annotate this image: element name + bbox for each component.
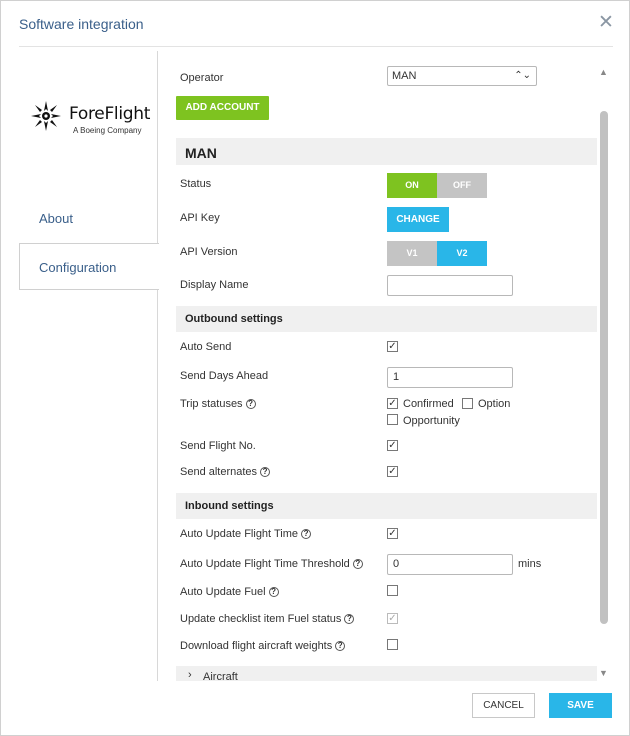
send-flight-no-label: Send Flight No. bbox=[180, 440, 256, 452]
software-integration-dialog: Software integration ✕ ForeFlight A Boei… bbox=[0, 0, 630, 736]
threshold-unit: mins bbox=[518, 558, 542, 570]
aircraft-section-toggle[interactable]: › Aircraft bbox=[176, 666, 597, 681]
threshold-label: Auto Update Flight Time Threshold? bbox=[180, 558, 363, 570]
auto-update-flight-time-checkbox[interactable]: ✓ bbox=[387, 528, 398, 539]
display-name-label: Display Name bbox=[180, 279, 249, 291]
help-icon[interactable]: ? bbox=[335, 641, 346, 651]
status-on-button[interactable]: ON bbox=[387, 173, 437, 198]
api-key-label: API Key bbox=[180, 212, 220, 224]
download-weights-checkbox[interactable] bbox=[387, 639, 398, 650]
scroll-up-arrow-icon[interactable]: ▲ bbox=[599, 67, 608, 77]
api-v2-button[interactable]: V2 bbox=[437, 241, 487, 266]
foreflight-logo: ForeFlight A Boeing Company bbox=[29, 99, 157, 139]
operator-label: Operator bbox=[180, 72, 224, 84]
save-button[interactable]: SAVE bbox=[549, 693, 612, 718]
download-weights-label: Download flight aircraft weights? bbox=[180, 640, 346, 652]
checklist-fuel-checkbox: ✓ bbox=[387, 613, 398, 624]
auto-update-flight-time-text: Auto Update Flight Time bbox=[180, 528, 299, 540]
outbound-section-title: Outbound settings bbox=[185, 313, 283, 325]
aircraft-section-title: Aircraft bbox=[203, 671, 238, 681]
help-icon[interactable]: ? bbox=[260, 467, 271, 477]
chevron-right-icon: › bbox=[188, 669, 192, 681]
dialog-title: Software integration bbox=[19, 16, 144, 32]
inbound-section-title: Inbound settings bbox=[185, 500, 274, 512]
trip-status-opportunity-checkbox[interactable] bbox=[387, 414, 398, 425]
send-days-ahead-label: Send Days Ahead bbox=[180, 370, 269, 382]
send-days-ahead-input[interactable]: 1 bbox=[387, 367, 513, 388]
auto-update-flight-time-label: Auto Update Flight Time? bbox=[180, 528, 312, 540]
auto-update-fuel-checkbox[interactable] bbox=[387, 585, 398, 596]
checklist-fuel-label: Update checklist item Fuel status? bbox=[180, 613, 355, 625]
help-icon[interactable]: ? bbox=[268, 587, 279, 597]
api-version-label: API Version bbox=[180, 246, 238, 258]
chevron-updown-icon: ⌃⌄ bbox=[514, 70, 531, 81]
help-icon[interactable]: ? bbox=[344, 614, 355, 624]
threshold-input[interactable]: 0 bbox=[387, 554, 513, 575]
help-icon[interactable]: ? bbox=[352, 559, 363, 569]
api-version-toggle: V1 V2 bbox=[387, 241, 487, 266]
sidebar-item-about[interactable]: About bbox=[39, 211, 73, 226]
checklist-fuel-text: Update checklist item Fuel status bbox=[180, 613, 342, 625]
trip-status-option-label: Option bbox=[478, 398, 511, 410]
scrollbar-thumb[interactable] bbox=[600, 111, 608, 624]
status-off-button[interactable]: OFF bbox=[437, 173, 487, 198]
logo-text: ForeFlight bbox=[69, 104, 151, 124]
trip-statuses-text: Trip statuses bbox=[180, 398, 243, 410]
close-icon[interactable]: ✕ bbox=[598, 13, 614, 32]
cancel-button[interactable]: CANCEL bbox=[472, 693, 535, 718]
download-weights-text: Download flight aircraft weights bbox=[180, 640, 333, 652]
status-label: Status bbox=[180, 178, 212, 190]
add-account-button[interactable]: ADD ACCOUNT bbox=[176, 96, 269, 120]
auto-send-label: Auto Send bbox=[180, 341, 232, 353]
inbound-section-header: Inbound settings bbox=[176, 493, 597, 519]
foreflight-plane-icon bbox=[31, 101, 61, 131]
account-section-title: MAN bbox=[185, 145, 217, 161]
auto-update-fuel-text: Auto Update Fuel bbox=[180, 586, 266, 598]
api-v1-button[interactable]: V1 bbox=[387, 241, 437, 266]
status-toggle: ON OFF bbox=[387, 173, 487, 198]
trip-status-opportunity-label: Opportunity bbox=[403, 415, 460, 427]
sidebar-item-configuration[interactable]: Configuration bbox=[19, 243, 159, 290]
sidebar: ForeFlight A Boeing Company About Config… bbox=[19, 51, 159, 681]
send-flight-no-checkbox[interactable]: ✓ bbox=[387, 440, 398, 451]
trip-status-confirmed-checkbox[interactable]: ✓ bbox=[387, 398, 398, 409]
logo-subtitle: A Boeing Company bbox=[73, 126, 142, 135]
scroll-down-arrow-icon[interactable]: ▼ bbox=[599, 668, 608, 678]
threshold-text: Auto Update Flight Time Threshold bbox=[180, 558, 350, 570]
help-icon[interactable]: ? bbox=[301, 529, 312, 539]
operator-select[interactable]: MAN ⌃⌄ bbox=[387, 66, 537, 86]
help-icon[interactable]: ? bbox=[245, 399, 256, 409]
operator-select-value: MAN bbox=[392, 70, 417, 82]
auto-send-checkbox[interactable]: ✓ bbox=[387, 341, 398, 352]
account-section-header: MAN bbox=[176, 138, 597, 165]
send-alternates-checkbox[interactable]: ✓ bbox=[387, 466, 398, 477]
send-alternates-text: Send alternates bbox=[180, 466, 258, 478]
trip-statuses-label: Trip statuses? bbox=[180, 398, 256, 410]
configuration-panel: Operator MAN ⌃⌄ ADD ACCOUNT MAN Status O… bbox=[176, 51, 597, 681]
display-name-input[interactable] bbox=[387, 275, 513, 296]
sidebar-item-label: Configuration bbox=[39, 260, 117, 275]
outbound-section-header: Outbound settings bbox=[176, 306, 597, 332]
auto-update-fuel-label: Auto Update Fuel? bbox=[180, 586, 279, 598]
trip-status-option-checkbox[interactable] bbox=[462, 398, 473, 409]
send-alternates-label: Send alternates? bbox=[180, 466, 271, 478]
change-api-key-button[interactable]: CHANGE bbox=[387, 207, 449, 232]
header-divider bbox=[19, 46, 613, 47]
trip-status-confirmed-label: Confirmed bbox=[403, 398, 454, 410]
